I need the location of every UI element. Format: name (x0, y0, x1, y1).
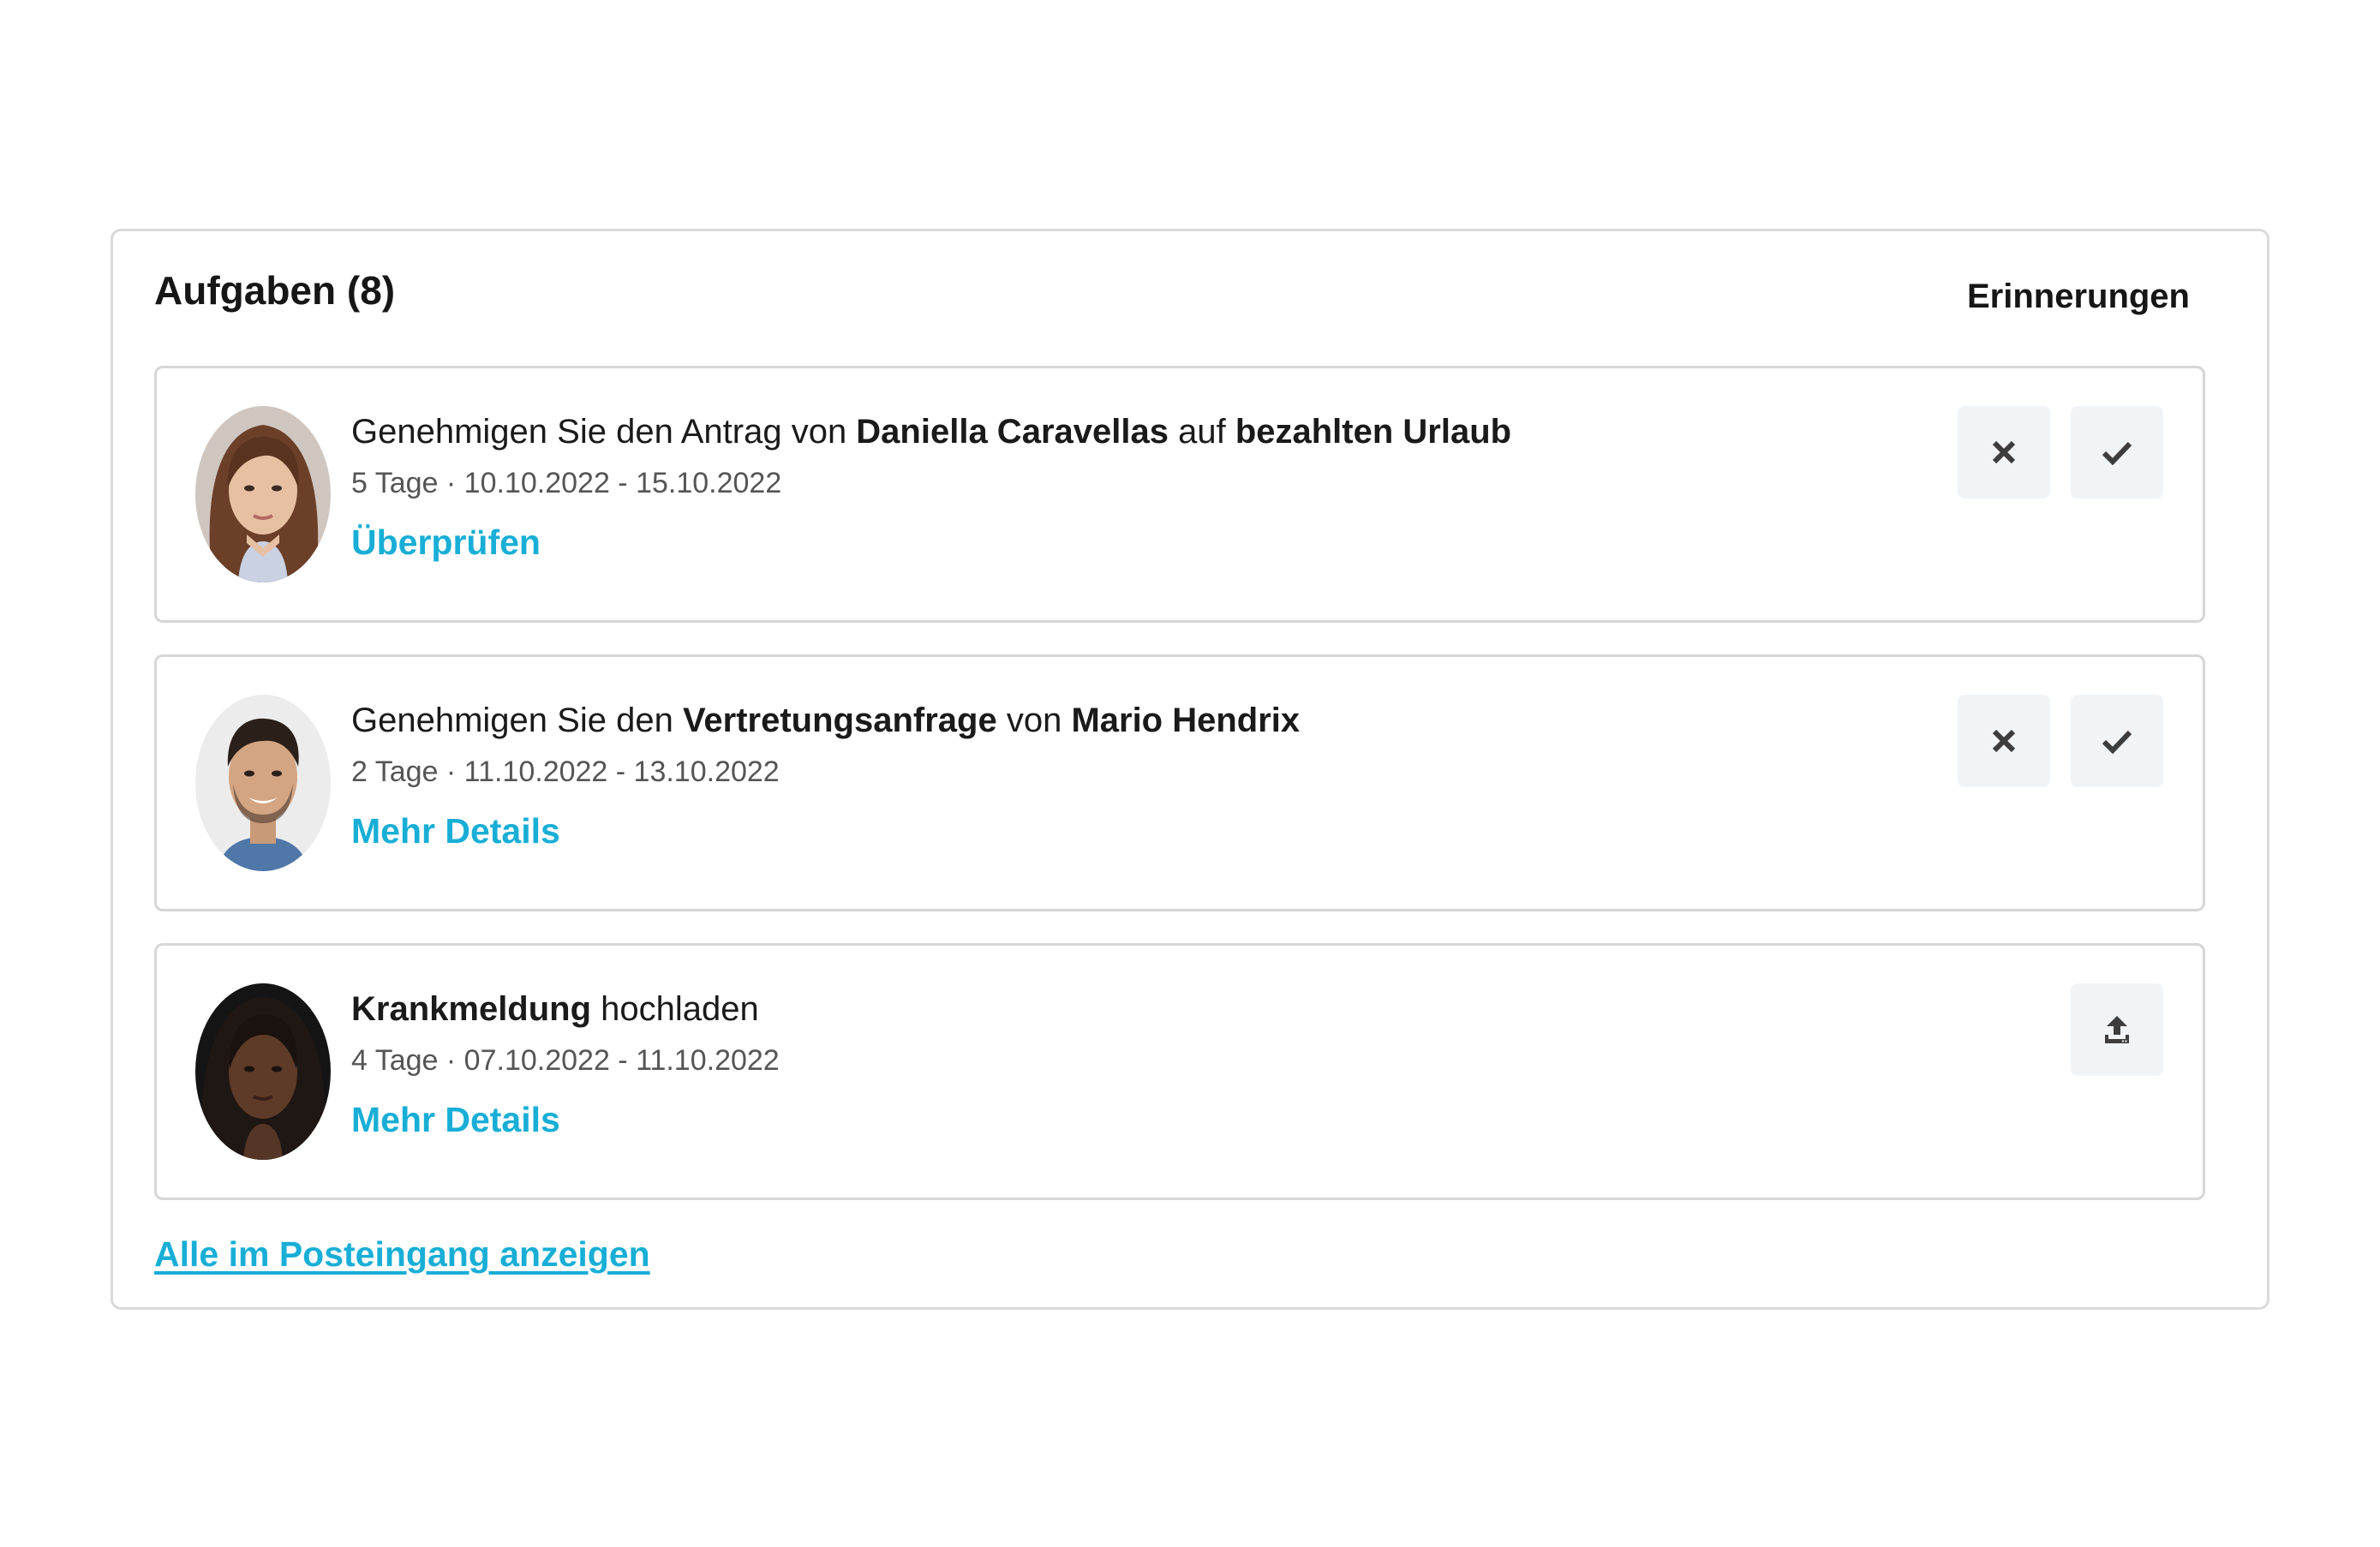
avatar (195, 406, 331, 582)
upload-button[interactable] (2071, 983, 2163, 1076)
title-text: von (996, 702, 1072, 739)
request-type: Vertretungsanfrage (682, 702, 997, 739)
task-text: Genehmigen Sie den Antrag von Daniella C… (351, 411, 1511, 563)
close-icon (1992, 440, 2016, 464)
approve-button[interactable] (2071, 406, 2163, 499)
title-text: Genehmigen Sie den (351, 702, 683, 739)
tasks-panel: Aufgaben (8) Erinnerungen Genehmigen Sie… (111, 229, 2269, 1310)
panel-title: Aufgaben (8) (154, 268, 396, 313)
close-icon (1992, 729, 2016, 753)
upload-icon (2105, 1016, 2129, 1043)
title-text: hochladen (591, 990, 759, 1028)
review-link[interactable]: Überprüfen (351, 523, 541, 563)
task-list: Genehmigen Sie den Antrag von Daniella C… (154, 366, 2205, 1232)
task-text: Genehmigen Sie den Vertretungsanfrage vo… (351, 700, 1300, 851)
task-card: Krankmeldung hochladen 4 Tage · 07.10.20… (154, 943, 2205, 1200)
task-meta: 4 Tage · 07.10.2022 - 11.10.2022 (351, 1044, 780, 1077)
task-title: Krankmeldung hochladen (351, 989, 780, 1030)
avatar (195, 983, 331, 1160)
avatar (195, 695, 331, 871)
document-type: Krankmeldung (351, 990, 592, 1028)
approve-button[interactable] (2071, 695, 2163, 787)
details-link[interactable]: Mehr Details (351, 811, 560, 851)
task-meta: 5 Tage · 10.10.2022 - 15.10.2022 (351, 467, 782, 499)
task-actions (1958, 695, 2163, 787)
task-title: Genehmigen Sie den Vertretungsanfrage vo… (351, 700, 1300, 741)
title-text: Genehmigen Sie den Antrag von (351, 413, 857, 451)
title-text: auf (1168, 413, 1235, 451)
task-text: Krankmeldung hochladen 4 Tage · 07.10.20… (351, 989, 780, 1140)
decline-button[interactable] (1958, 695, 2050, 787)
employee-name: Mario Hendrix (1071, 702, 1301, 739)
employee-name: Daniella Caravellas (856, 413, 1169, 451)
person-photo-icon (195, 406, 331, 582)
person-photo-icon (195, 695, 331, 871)
task-meta: 2 Tage · 11.10.2022 - 13.10.2022 (351, 756, 780, 788)
task-actions (2071, 983, 2163, 1076)
view-all-inbox-link[interactable]: Alle im Posteingang anzeigen (154, 1234, 650, 1275)
reminders-link[interactable]: Erinnerungen (1967, 279, 2190, 314)
checkmark-icon (2102, 441, 2132, 466)
checkmark-icon (2102, 730, 2132, 755)
task-card: Genehmigen Sie den Vertretungsanfrage vo… (154, 654, 2205, 911)
task-title: Genehmigen Sie den Antrag von Daniella C… (351, 411, 1511, 452)
task-actions (1958, 406, 2163, 499)
person-photo-icon (195, 983, 331, 1160)
decline-button[interactable] (1958, 406, 2050, 499)
task-card: Genehmigen Sie den Antrag von Daniella C… (154, 366, 2205, 623)
request-type: bezahlten Urlaub (1235, 413, 1512, 451)
details-link[interactable]: Mehr Details (351, 1100, 560, 1140)
